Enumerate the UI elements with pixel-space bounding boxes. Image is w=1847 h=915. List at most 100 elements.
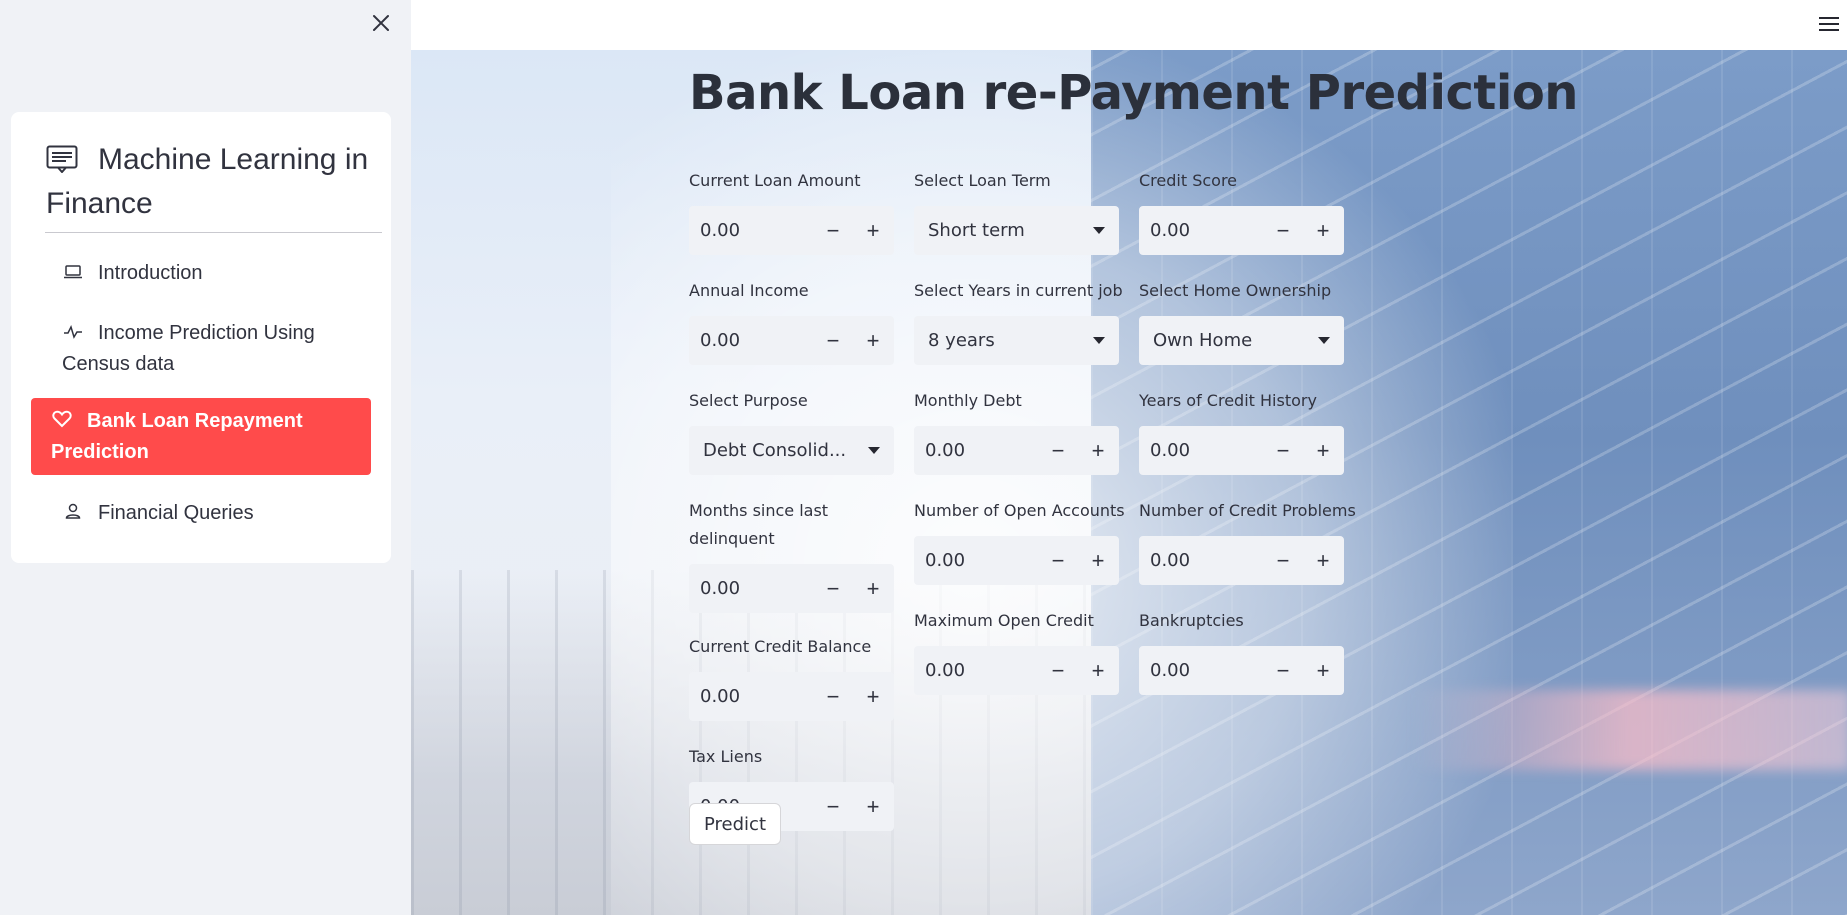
menu-divider — [45, 232, 382, 233]
number-input: 0.00 − + — [689, 672, 894, 721]
home-ownership-field: Select Home Ownership Own Home — [1139, 277, 1344, 365]
decrement-button[interactable]: − — [1263, 207, 1303, 254]
option-menu: Machine Learning in Finance Introduction… — [11, 112, 391, 563]
number-input: 0.00 − + — [1139, 536, 1344, 585]
sidebar-item-income-prediction[interactable]: Income Prediction Using Census data — [31, 318, 371, 379]
decrement-button[interactable]: − — [813, 565, 853, 612]
home-ownership-select[interactable]: Own Home — [1139, 316, 1344, 365]
years-credit-history-input[interactable]: 0.00 — [1140, 440, 1263, 461]
close-sidebar-button[interactable] — [366, 8, 396, 38]
sidebar-item-introduction[interactable]: Introduction — [31, 258, 371, 289]
credit-problems-field: Number of Credit Problems 0.00 − + — [1139, 497, 1356, 585]
increment-button[interactable]: + — [853, 317, 893, 364]
increment-button[interactable]: + — [1303, 647, 1343, 694]
field-label: Bankruptcies — [1139, 611, 1244, 630]
loan-term-select[interactable]: Short term — [914, 206, 1119, 255]
field-label: Years of Credit History — [1139, 391, 1317, 410]
increment-button[interactable]: + — [1078, 427, 1118, 474]
increment-button[interactable]: + — [853, 565, 893, 612]
sidebar-item-label: Financial Queries — [98, 502, 254, 524]
increment-button[interactable]: + — [1303, 207, 1343, 254]
decrement-button[interactable]: − — [1038, 427, 1078, 474]
field-label: Number of Open Accounts — [914, 501, 1125, 520]
sidebar: Machine Learning in Finance Introduction… — [0, 0, 411, 915]
field-label: Select Loan Term — [914, 171, 1051, 190]
activity-icon — [62, 319, 84, 349]
sidebar-item-label: Introduction — [98, 262, 203, 284]
page-title: Bank Loan re-Payment Prediction — [689, 65, 1578, 121]
current-credit-balance-input[interactable]: 0.00 — [690, 686, 813, 707]
field-label: Credit Score — [1139, 171, 1238, 190]
chevron-down-icon — [1093, 337, 1105, 344]
decrement-button[interactable]: − — [1263, 427, 1303, 474]
current-credit-balance-field: Current Credit Balance 0.00 − + — [689, 633, 894, 721]
decrement-button[interactable]: − — [1038, 537, 1078, 584]
chevron-down-icon — [1318, 337, 1330, 344]
sidebar-item-label: Income Prediction Using Census data — [62, 322, 315, 375]
months-since-delinquent-input[interactable]: 0.00 — [690, 578, 813, 599]
credit-problems-input[interactable]: 0.00 — [1140, 550, 1263, 571]
decrement-button[interactable]: − — [813, 673, 853, 720]
number-input: 0.00 − + — [1139, 426, 1344, 475]
menu-title-text: Machine Learning in Finance — [46, 143, 369, 220]
months-since-delinquent-field: Months since last delinquent 0.00 − + — [689, 497, 894, 613]
credit-score-input[interactable]: 0.00 — [1140, 220, 1263, 241]
field-label: Annual Income — [689, 281, 809, 300]
increment-button[interactable]: + — [1303, 537, 1343, 584]
decrement-button[interactable]: − — [813, 783, 853, 830]
max-open-credit-input[interactable]: 0.00 — [915, 660, 1038, 681]
chevron-down-icon — [1093, 227, 1105, 234]
monthly-debt-input[interactable]: 0.00 — [915, 440, 1038, 461]
select-value: Debt Consolid... — [703, 440, 847, 461]
purpose-select[interactable]: Debt Consolid... — [689, 426, 894, 475]
increment-button[interactable]: + — [853, 783, 893, 830]
field-label: Maximum Open Credit — [914, 611, 1094, 630]
menu-title: Machine Learning in Finance — [46, 138, 381, 226]
increment-button[interactable]: + — [1303, 427, 1343, 474]
hamburger-icon-line — [1819, 23, 1839, 25]
bankruptcies-field: Bankruptcies 0.00 − + — [1139, 607, 1344, 695]
current-loan-amount-field: Current Loan Amount 0.00 − + — [689, 167, 894, 255]
sidebar-item-financial-queries[interactable]: Financial Queries — [31, 498, 371, 529]
decrement-button[interactable]: − — [1038, 647, 1078, 694]
number-input: 0.00 − + — [1139, 646, 1344, 695]
field-label: Months since last delinquent — [689, 501, 829, 548]
number-input: 0.00 − + — [914, 646, 1119, 695]
main-content — [411, 50, 1847, 915]
open-accounts-field: Number of Open Accounts 0.00 − + — [914, 497, 1125, 585]
field-label: Select Years in current job — [914, 281, 1123, 300]
increment-button[interactable]: + — [1078, 647, 1118, 694]
years-in-job-field: Select Years in current job 8 years — [914, 277, 1123, 365]
sidebar-item-bank-loan[interactable]: Bank Loan Repayment Prediction — [31, 398, 371, 475]
decrement-button[interactable]: − — [1263, 537, 1303, 584]
number-input: 0.00 − + — [689, 564, 894, 613]
field-label: Select Purpose — [689, 391, 808, 410]
increment-button[interactable]: + — [853, 207, 893, 254]
hamburger-icon-line — [1819, 29, 1839, 31]
field-label: Number of Credit Problems — [1139, 501, 1356, 520]
decrement-button[interactable]: − — [813, 317, 853, 364]
number-input: 0.00 − + — [689, 316, 894, 365]
annual-income-input[interactable]: 0.00 — [690, 330, 813, 351]
bankruptcies-input[interactable]: 0.00 — [1140, 660, 1263, 681]
loan-term-field: Select Loan Term Short term — [914, 167, 1119, 255]
number-input: 0.00 − + — [914, 426, 1119, 475]
max-open-credit-field: Maximum Open Credit 0.00 − + — [914, 607, 1119, 695]
laptop-icon — [62, 259, 84, 289]
decrement-button[interactable]: − — [813, 207, 853, 254]
monthly-debt-field: Monthly Debt 0.00 − + — [914, 387, 1119, 475]
current-loan-amount-input[interactable]: 0.00 — [690, 220, 813, 241]
purpose-field: Select Purpose Debt Consolid... — [689, 387, 894, 475]
predict-button[interactable]: Predict — [689, 803, 781, 845]
increment-button[interactable]: + — [853, 673, 893, 720]
years-credit-history-field: Years of Credit History 0.00 − + — [1139, 387, 1344, 475]
app-header — [411, 0, 1847, 51]
heart-icon — [51, 407, 73, 437]
field-label: Current Loan Amount — [689, 171, 861, 190]
close-icon — [373, 15, 389, 31]
years-in-job-select[interactable]: 8 years — [914, 316, 1119, 365]
open-accounts-input[interactable]: 0.00 — [915, 550, 1038, 571]
increment-button[interactable]: + — [1078, 537, 1118, 584]
decrement-button[interactable]: − — [1263, 647, 1303, 694]
main-menu-button[interactable] — [1819, 10, 1847, 38]
